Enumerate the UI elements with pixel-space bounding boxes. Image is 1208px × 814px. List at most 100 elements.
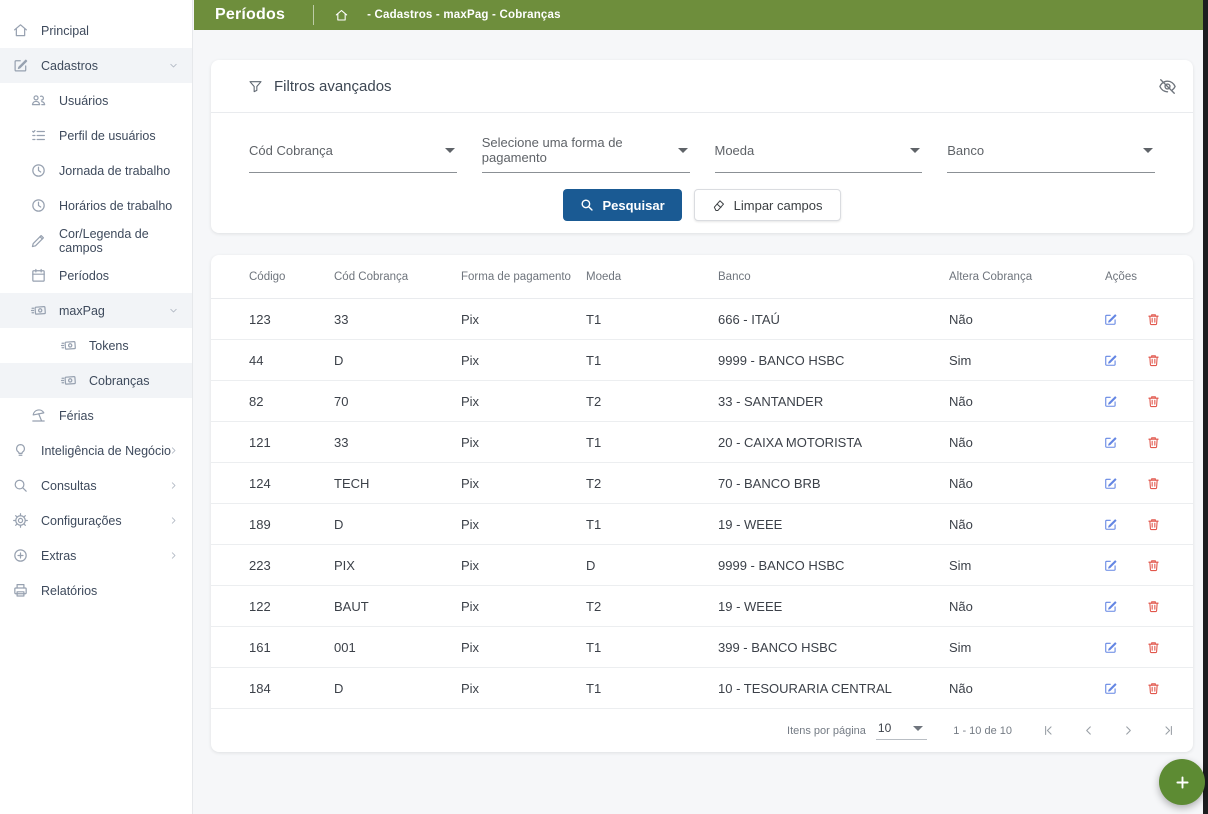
sidebar-item-relatorios[interactable]: Relatórios (0, 573, 192, 608)
cod-cobranca-select[interactable]: Cód Cobrança (249, 135, 457, 173)
table-cell: 44 (211, 340, 334, 381)
table-cell: 123 (211, 299, 334, 340)
delete-button[interactable] (1146, 517, 1161, 532)
edit-button[interactable] (1103, 312, 1118, 327)
next-page-button[interactable] (1122, 724, 1135, 737)
first-page-button[interactable] (1042, 724, 1055, 737)
items-per-page-value: 10 (878, 721, 891, 735)
field-placeholder: Selecione uma forma de pagamento (482, 135, 678, 165)
sidebar-item-cor-legenda-de-campos[interactable]: Cor/Legenda de campos (0, 223, 192, 258)
breadcrumb: - Cadastros - maxPag - Cobranças (367, 9, 561, 21)
edit-button[interactable] (1103, 517, 1118, 532)
previous-page-button[interactable] (1082, 724, 1095, 737)
search-button[interactable]: Pesquisar (563, 189, 681, 221)
delete-button[interactable] (1146, 312, 1161, 327)
sidebar-item-cobrancas[interactable]: Cobranças (0, 363, 192, 398)
delete-button[interactable] (1146, 435, 1161, 450)
sidebar-item-maxpag[interactable]: maxPag (0, 293, 192, 328)
row-actions (1091, 640, 1185, 655)
row-actions (1091, 312, 1185, 327)
edit-button[interactable] (1103, 353, 1118, 368)
table-cell: 33 (334, 299, 461, 340)
delete-button[interactable] (1146, 640, 1161, 655)
table-cell: PIX (334, 545, 461, 586)
edit-button[interactable] (1103, 558, 1118, 573)
table-row: 122BAUTPixT219 - WEEENão (211, 586, 1193, 627)
table-cell: 161 (211, 627, 334, 668)
sidebar-item-horarios-de-trabalho[interactable]: Horários de trabalho (0, 188, 192, 223)
selecione-uma-forma-de-pagamento-select[interactable]: Selecione uma forma de pagamento (482, 135, 690, 173)
filter-fields-row: Cód Cobrança Selecione uma forma de pagam… (211, 113, 1193, 173)
sidebar-item-perfil-de-usuarios[interactable]: Perfil de usuários (0, 118, 192, 153)
sidebar-item-inteligencia-de-negocio[interactable]: Inteligência de Negócio (0, 433, 192, 468)
sidebar-item-periodos[interactable]: Períodos (0, 258, 192, 293)
sidebar-item-cadastros[interactable]: Cadastros (0, 48, 192, 83)
users-icon (30, 92, 47, 109)
row-actions (1091, 476, 1185, 491)
sidebar-item-consultas[interactable]: Consultas (0, 468, 192, 503)
sidebar-item-usuarios[interactable]: Usuários (0, 83, 192, 118)
sidebar-item-extras[interactable]: Extras (0, 538, 192, 573)
row-actions (1091, 353, 1185, 368)
sidebar-item-label: Períodos (59, 269, 109, 283)
table-cell: Não (949, 586, 1091, 627)
sidebar-item-label: Consultas (41, 479, 97, 493)
table-cell: Pix (461, 381, 586, 422)
table-row: 161001PixT1399 - BANCO HSBCSim (211, 627, 1193, 668)
table-cell: 189 (211, 504, 334, 545)
table-cell: T1 (586, 668, 718, 709)
table-cell: T2 (586, 586, 718, 627)
column-header-altera-cobranca: Altera Cobrança (949, 255, 1091, 299)
row-actions (1091, 681, 1185, 696)
column-header-codigo: Código (211, 255, 334, 299)
add-button[interactable] (1159, 759, 1205, 805)
sidebar-item-label: Cor/Legenda de campos (59, 227, 192, 255)
delete-button[interactable] (1146, 394, 1161, 409)
sidebar-item-principal[interactable]: Principal (0, 13, 192, 48)
row-actions (1091, 517, 1185, 532)
items-per-page-select[interactable]: 10 (876, 721, 927, 740)
search-icon (12, 477, 29, 494)
sidebar-item-label: Extras (41, 549, 76, 563)
pagination-nav (1042, 724, 1175, 737)
results-table-card: CódigoCód CobrançaForma de pagamentoMoed… (211, 255, 1193, 752)
table-cell: T1 (586, 422, 718, 463)
home-icon[interactable] (334, 8, 349, 23)
sidebar-item-label: Horários de trabalho (59, 199, 172, 213)
clear-button-label: Limpar campos (734, 198, 823, 213)
table-cell: T1 (586, 299, 718, 340)
table-cell: 124 (211, 463, 334, 504)
delete-button[interactable] (1146, 558, 1161, 573)
edit-button[interactable] (1103, 599, 1118, 614)
hide-filters-eye-slash-icon[interactable] (1158, 77, 1177, 96)
last-page-button[interactable] (1162, 724, 1175, 737)
delete-button[interactable] (1146, 599, 1161, 614)
money-icon (30, 302, 47, 319)
edit-button[interactable] (1103, 435, 1118, 450)
table-cell: Pix (461, 463, 586, 504)
table-cell: 9999 - BANCO HSBC (718, 340, 949, 381)
sidebar-item-tokens[interactable]: Tokens (0, 328, 192, 363)
edit-button[interactable] (1103, 640, 1118, 655)
delete-button[interactable] (1146, 353, 1161, 368)
filter-actions: Pesquisar Limpar campos (211, 189, 1193, 233)
table-cell: 399 - BANCO HSBC (718, 627, 949, 668)
umbrella-icon (30, 407, 47, 424)
banco-select[interactable]: Banco (947, 135, 1155, 173)
table-cell: Pix (461, 668, 586, 709)
table-row: 12333PixT1666 - ITAÚNão (211, 299, 1193, 340)
sidebar-item-jornada-de-trabalho[interactable]: Jornada de trabalho (0, 153, 192, 188)
plus-circle-icon (12, 547, 29, 564)
page-header: Períodos - Cadastros - maxPag - Cobrança… (194, 0, 1203, 30)
moeda-select[interactable]: Moeda (715, 135, 923, 173)
table-row: 8270PixT233 - SANTANDERNão (211, 381, 1193, 422)
edit-button[interactable] (1103, 476, 1118, 491)
delete-button[interactable] (1146, 476, 1161, 491)
edit-button[interactable] (1103, 681, 1118, 696)
sidebar-item-configuracoes[interactable]: Configurações (0, 503, 192, 538)
edit-button[interactable] (1103, 394, 1118, 409)
dropdown-arrow-icon (910, 148, 920, 153)
clear-fields-button[interactable]: Limpar campos (694, 189, 841, 221)
sidebar-item-ferias[interactable]: Férias (0, 398, 192, 433)
delete-button[interactable] (1146, 681, 1161, 696)
